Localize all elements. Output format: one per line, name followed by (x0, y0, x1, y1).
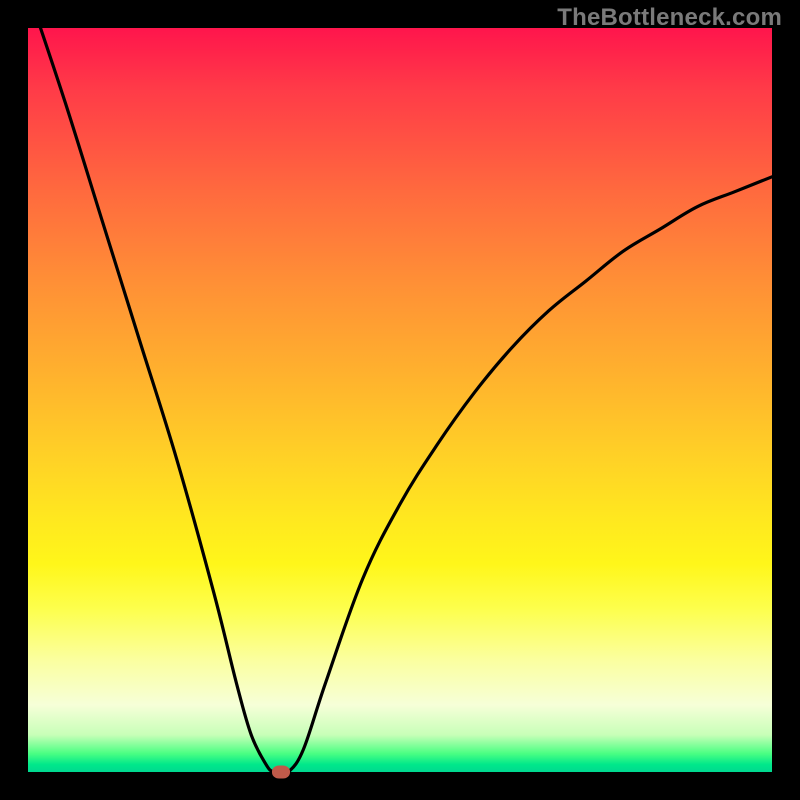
watermark-text: TheBottleneck.com (557, 4, 782, 32)
curve-svg (28, 28, 772, 772)
chart-frame: TheBottleneck.com (0, 0, 800, 800)
plot-area (28, 28, 772, 772)
optimal-point-marker (272, 766, 290, 779)
bottleneck-curve (28, 0, 772, 774)
